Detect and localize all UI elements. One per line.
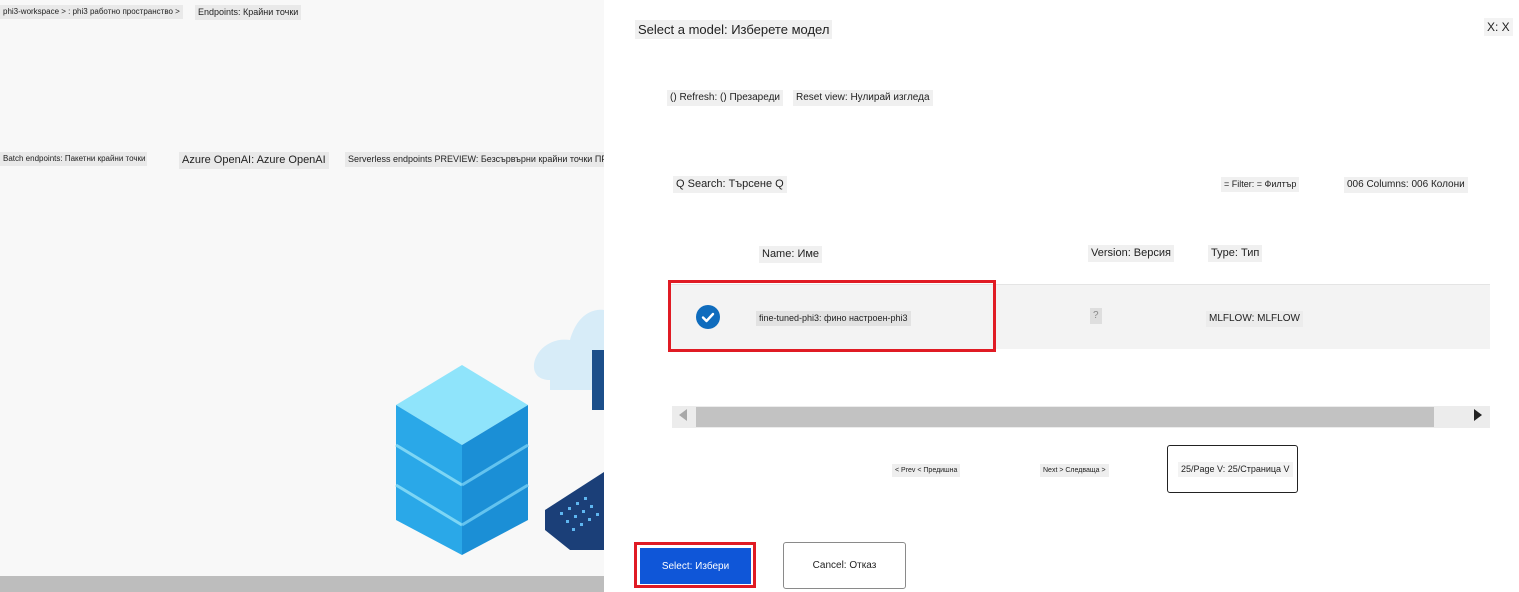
column-header-type[interactable]: Type: Тип <box>1208 245 1263 262</box>
columns-button[interactable]: 006 Columns: 006 Колони <box>1344 177 1468 193</box>
server-illustration <box>395 309 604 555</box>
breadcrumb-workspace[interactable]: phi3-workspace > : phi3 работно простран… <box>0 5 183 19</box>
tab-batch-endpoints[interactable]: Batch endpoints: Пакетни крайни точки <box>0 152 147 166</box>
row-name-cell[interactable]: fine-tuned-phi3: фино настроен-phi3 <box>756 311 911 326</box>
refresh-button[interactable]: () Refresh: () Презареди <box>667 90 784 106</box>
tab-azure-openai[interactable]: Azure OpenAI: Azure OpenAI <box>179 152 329 169</box>
cancel-button[interactable]: Cancel: Отказ <box>783 542 906 589</box>
row-type-cell: MLFLOW: MLFLOW <box>1206 311 1303 327</box>
row-checkbox[interactable] <box>696 305 720 329</box>
page-size-label: 25/Page V: 25/Страница V <box>1178 462 1293 477</box>
column-header-name[interactable]: Name: Име <box>759 246 823 263</box>
column-header-version[interactable]: Version: Версия <box>1088 245 1174 262</box>
select-button[interactable]: Select: Избери <box>640 548 751 584</box>
next-page-button[interactable]: Next > Следваща > <box>1040 464 1109 477</box>
close-button[interactable]: X: X <box>1484 18 1513 36</box>
tab-serverless-endpoints[interactable]: Serverless endpoints PREVIEW: Безсървърн… <box>345 152 609 167</box>
prev-page-button[interactable]: < Prev < Предишна <box>892 464 961 477</box>
search-input[interactable]: Q Search: Търсене Q <box>673 176 787 193</box>
scroll-left-arrow-icon[interactable] <box>679 409 687 421</box>
panel-title: Select a model: Изберете модел <box>635 20 833 39</box>
filter-button[interactable]: = Filter: = Филтър <box>1221 177 1300 192</box>
scrollbar-thumb[interactable] <box>696 407 1434 427</box>
background-scrollbar <box>0 576 604 592</box>
scroll-right-arrow-icon[interactable] <box>1474 409 1482 421</box>
row-version-cell: ? <box>1090 308 1102 324</box>
reset-view-button[interactable]: Reset view: Нулирай изгледа <box>793 90 933 106</box>
breadcrumb-current: Endpoints: Крайни точки <box>195 5 302 20</box>
checkmark-icon <box>701 312 715 323</box>
